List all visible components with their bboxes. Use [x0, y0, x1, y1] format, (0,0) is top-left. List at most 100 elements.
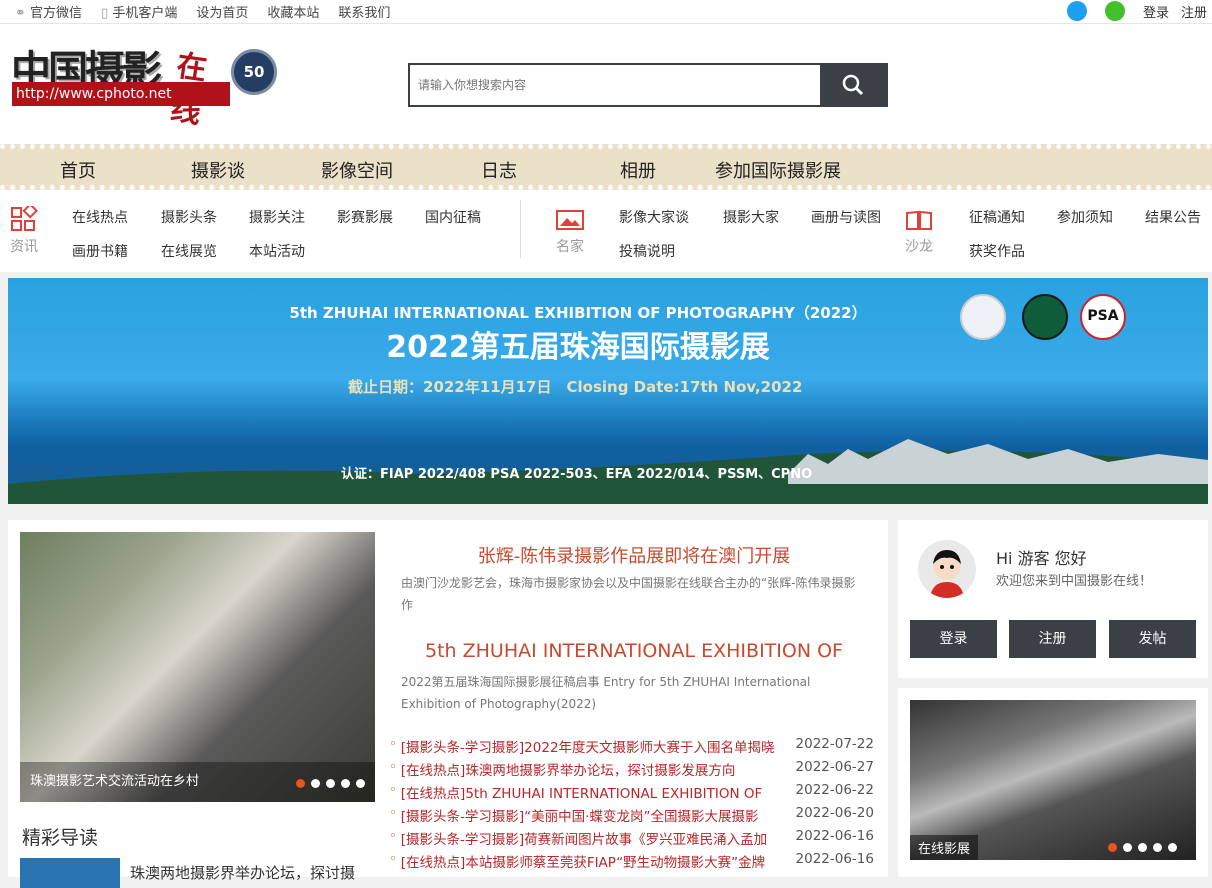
bullet-icon: ◦: [389, 782, 397, 798]
link-contests[interactable]: 影赛影展: [337, 207, 393, 227]
top-bar: ⚭ 官方微信 ▯ 手机客户端 设为首页 收藏本站 联系我们 登录 注册: [0, 0, 1212, 24]
wechat-link[interactable]: ⚭ 官方微信: [15, 2, 82, 21]
news-list: ◦ [摄影头条-学习摄影]2022年度天文摄影师大赛于入围名单揭晓 2022-07-…: [389, 736, 874, 874]
gallery-label: 在线影展: [910, 835, 979, 860]
gallery-panel: 在线影展: [898, 688, 1208, 877]
gallery-dots: [1108, 843, 1177, 852]
headline-1[interactable]: 张辉-陈伟录摄影作品展即将在澳门开展: [401, 542, 867, 568]
user-panel: Hi 游客 您好 欢迎您来到中国摄影在线！ 登录 注册 发帖: [898, 520, 1208, 678]
welcome-text: 欢迎您来到中国摄影在线！: [996, 574, 1153, 589]
summary-1: 由澳门沙龙影艺会，珠海市摄影家协会以及中国摄影在线联合主办的“张辉-陈伟录摄影作: [401, 576, 856, 612]
carousel-dot[interactable]: [1168, 843, 1177, 852]
headline-2[interactable]: 5th ZHUHAI INTERNATIONAL EXHIBITION OF: [401, 640, 867, 662]
top-links: ⚭ 官方微信 ▯ 手机客户端 设为首页 收藏本站 联系我们: [15, 2, 390, 21]
qq-icon[interactable]: [1066, 1, 1087, 21]
link-call-for-entries[interactable]: 征稿通知: [969, 207, 1025, 227]
set-homepage-link[interactable]: 设为首页: [196, 2, 248, 21]
book-icon: [906, 210, 932, 230]
grid-icon: [11, 203, 38, 231]
mobile-icon: ▯: [101, 6, 109, 21]
nav-home[interactable]: 首页: [60, 157, 96, 183]
masters-group: 名家: [553, 208, 587, 256]
anniversary-badge: 50: [231, 49, 277, 95]
link-site-events[interactable]: 本站活动: [249, 241, 305, 261]
search-box: [408, 63, 888, 107]
link-rules[interactable]: 参加须知: [1057, 207, 1113, 227]
news-group: 资讯: [8, 203, 40, 256]
list-item[interactable]: ◦ [摄影头条-学习摄影]荷赛新闻图片故事《罗兴亚难民涌入孟加 2022-06-16: [389, 828, 874, 851]
divider: [520, 200, 521, 258]
top-right: 登录 注册: [1066, 1, 1207, 21]
exhibition-banner[interactable]: 5th ZHUHAI INTERNATIONAL EXHIBITION OF P…: [8, 278, 1208, 504]
mobile-link[interactable]: ▯ 手机客户端: [101, 2, 177, 21]
news-group-label: 资讯: [10, 239, 38, 255]
carousel-dot[interactable]: [1123, 843, 1132, 852]
nav-album[interactable]: 相册: [620, 157, 656, 183]
link-results[interactable]: 结果公告: [1145, 207, 1201, 227]
nav-image-space[interactable]: 影像空间: [321, 157, 393, 183]
link-winners[interactable]: 获奖作品: [969, 241, 1025, 261]
carousel-dot[interactable]: [341, 779, 350, 788]
logo-url: http://www.cphoto.net: [12, 82, 230, 106]
section-item-title[interactable]: 珠澳两地摄影界举办论坛，探讨摄: [130, 862, 355, 883]
salon-group: 沙龙: [903, 208, 935, 256]
guest-avatar-icon: [930, 550, 964, 598]
carousel-dot[interactable]: [1108, 843, 1117, 852]
link-album-reading[interactable]: 画册与读图: [811, 207, 881, 227]
bullet-icon: ◦: [389, 851, 397, 867]
picture-icon: [556, 210, 584, 230]
bullet-icon: ◦: [389, 736, 397, 752]
carousel-dot[interactable]: [296, 779, 305, 788]
list-item[interactable]: ◦ [在线热点]本站摄影师蔡至莞获FIAP“野生动物摄影大赛”金牌 2022-06-…: [389, 851, 874, 874]
link-focus[interactable]: 摄影关注: [249, 207, 305, 227]
link-masters[interactable]: 摄影大家: [723, 207, 779, 227]
carousel-dot[interactable]: [311, 779, 320, 788]
link-submission-guide[interactable]: 投稿说明: [619, 241, 675, 261]
carousel-dot[interactable]: [1138, 843, 1147, 852]
psa-logo: PSA: [1080, 294, 1126, 340]
nav-photo-talk[interactable]: 摄影谈: [191, 157, 245, 183]
bullet-icon: ◦: [389, 828, 397, 844]
nav-blog[interactable]: 日志: [481, 157, 517, 183]
section-thumbnail[interactable]: [20, 858, 120, 888]
efa-logo: [1022, 294, 1068, 340]
bookmark-link[interactable]: 收藏本站: [267, 2, 319, 21]
register-button[interactable]: 注册: [1009, 620, 1096, 658]
avatar: [918, 540, 976, 598]
link-headlines[interactable]: 摄影头条: [161, 207, 217, 227]
bullet-icon: ◦: [389, 805, 397, 821]
top-login-link[interactable]: 登录: [1143, 2, 1169, 21]
salon-group-label: 沙龙: [905, 239, 933, 255]
carousel-dot[interactable]: [326, 779, 335, 788]
nav-international-exhibition[interactable]: 参加国际摄影展: [715, 157, 841, 183]
wechat-icon: ⚭: [15, 6, 26, 21]
post-button[interactable]: 发帖: [1109, 620, 1196, 658]
link-domestic-calls[interactable]: 国内征稿: [425, 207, 481, 227]
bullet-icon: ◦: [389, 759, 397, 775]
list-item[interactable]: ◦ [摄影头条-学习摄影]2022年度天文摄影师大赛于入围名单揭晓 2022-07-…: [389, 736, 874, 759]
link-online-hot[interactable]: 在线热点: [72, 207, 128, 227]
list-item[interactable]: ◦ [摄影头条-学习摄影]“美丽中国·蝶变龙岗”全国摄影大展摄影 2022-06-2…: [389, 805, 874, 828]
list-item[interactable]: ◦ [在线热点]5th ZHUHAI INTERNATIONAL EXHIBITI…: [389, 782, 874, 805]
login-button[interactable]: 登录: [910, 620, 997, 658]
link-online-exhibit[interactable]: 在线展览: [161, 241, 217, 261]
search-button[interactable]: [820, 65, 886, 105]
link-master-talk[interactable]: 影像大家谈: [619, 207, 689, 227]
search-input[interactable]: [418, 65, 818, 105]
top-register-link[interactable]: 注册: [1181, 2, 1207, 21]
link-books[interactable]: 画册书籍: [72, 241, 128, 261]
summary-2: 2022第五届珠海国际摄影展征稿启事 Entry for 5th ZHUHAI …: [401, 675, 811, 711]
wechat-login-icon[interactable]: [1104, 1, 1125, 21]
featured-panel: 珠澳摄影艺术交流活动在乡村 精彩导读 珠澳两地摄影界举办论坛，探讨摄 张辉-陈伟…: [8, 520, 888, 888]
carousel-dot[interactable]: [356, 779, 365, 788]
contact-link[interactable]: 联系我们: [338, 2, 390, 21]
carousel-dot[interactable]: [1153, 843, 1162, 852]
site-logo[interactable]: 中国摄影 在线 http://www.cphoto.net: [8, 38, 230, 131]
main-nav: 首页 摄影谈 影像空间 日志 相册 参加国际摄影展: [0, 144, 1212, 190]
banner-certifications: 认证：FIAP 2022/408 PSA 2022-503、EFA 2022/0…: [341, 467, 813, 482]
gallery-photo[interactable]: 在线影展: [910, 700, 1196, 860]
search-icon: [842, 74, 864, 96]
featured-photo[interactable]: 珠澳摄影艺术交流活动在乡村: [20, 532, 375, 802]
list-item[interactable]: ◦ [在线热点]珠澳两地摄影界举办论坛，探讨摄影发展方向 2022-06-27: [389, 759, 874, 782]
banner-deadline: 截止日期：2022年11月17日 Closing Date:17th Nov,2…: [348, 378, 803, 396]
